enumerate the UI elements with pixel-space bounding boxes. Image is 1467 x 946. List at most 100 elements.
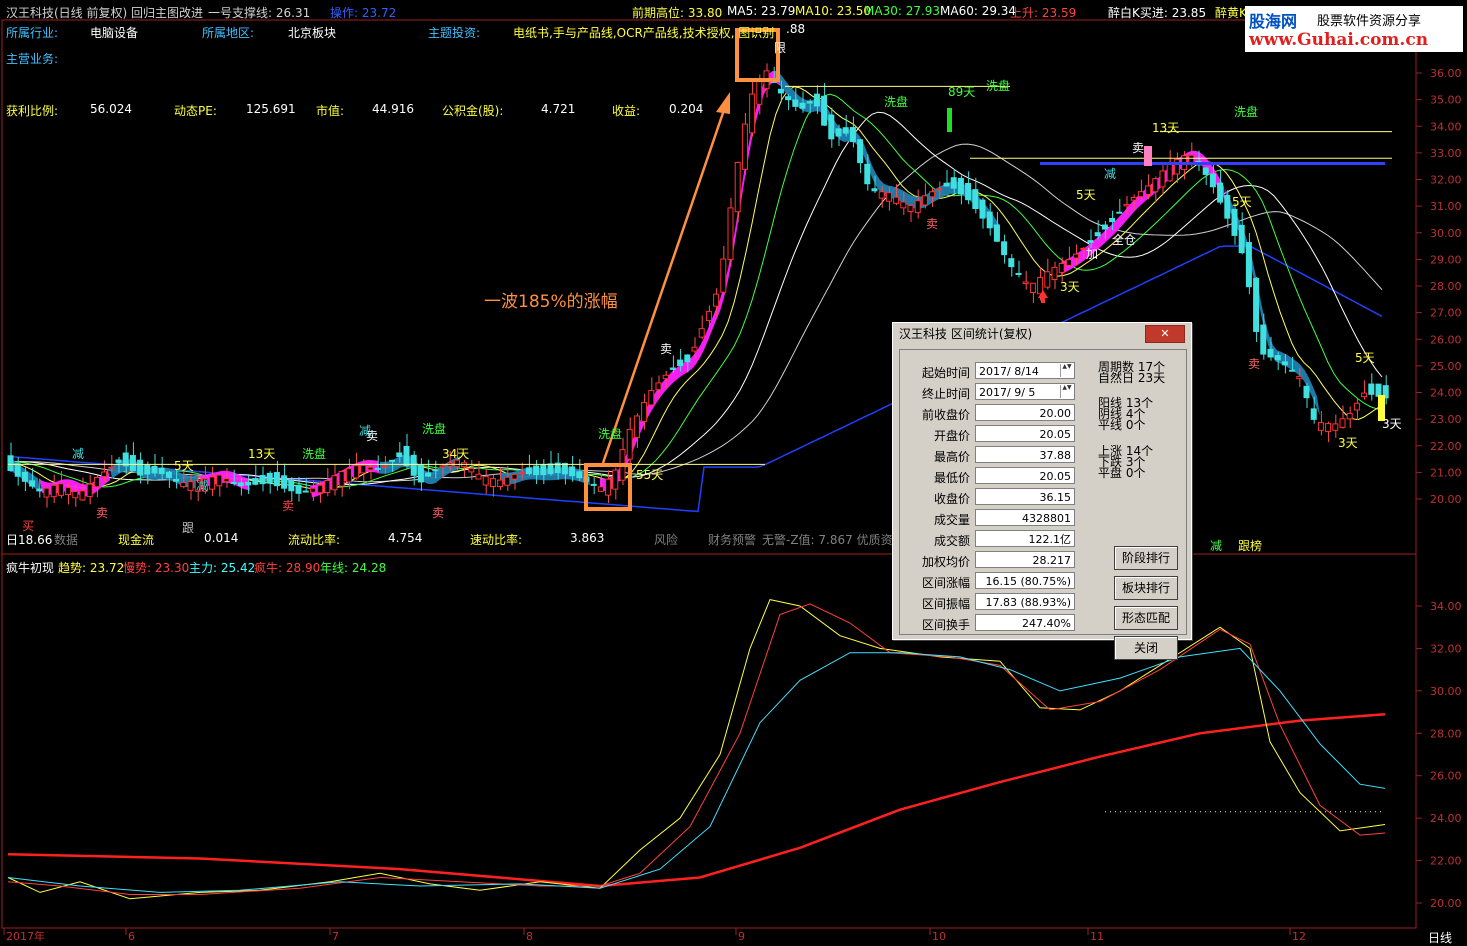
candle-body <box>151 465 158 474</box>
dialog-row-label: 成交额 <box>933 534 970 548</box>
stock-chart[interactable]: 36.00 35.00 34.00 33.00 32.00 31.00 30.00 29.00… <box>0 0 1467 945</box>
buy-k-value: 醉白K买进: 23.85 <box>1108 6 1207 20</box>
signal-label: 洗盘 <box>1234 104 1258 119</box>
dialog-row-label: 加权均价 <box>921 555 970 569</box>
candle-body <box>1361 392 1368 398</box>
candle-body <box>957 177 964 195</box>
candle-body <box>43 487 50 498</box>
candle-body <box>129 455 136 472</box>
price-tick-label: 27.00 <box>1430 307 1462 320</box>
signal-label: 跟 <box>182 521 194 535</box>
candle-body <box>425 472 432 477</box>
candle-body <box>655 382 662 391</box>
candle-body <box>1310 408 1317 420</box>
candle-body <box>986 211 993 229</box>
ma60-value: MA60: 29.34 <box>940 4 1017 18</box>
candle-body <box>410 454 417 476</box>
candle-body <box>799 102 806 109</box>
candle-body <box>367 466 374 471</box>
spin-icon[interactable]: ▲▼ <box>1060 385 1073 398</box>
sub-tick-label: 22.00 <box>1430 855 1462 868</box>
close-icon[interactable]: ✕ <box>1145 325 1185 343</box>
candle-body <box>705 310 712 322</box>
candle-body <box>237 482 244 487</box>
dialog-row: 最高价 37.88 <box>900 446 1080 465</box>
cash-flow-label: 现金流 <box>118 533 155 547</box>
mad-bull-line <box>7 712 1386 888</box>
candle-body <box>1073 253 1080 259</box>
candle-body <box>1116 211 1123 214</box>
candle-body <box>749 93 756 134</box>
price-tick-label: 28.00 <box>1430 280 1462 293</box>
risk-label: 风险 <box>654 533 679 547</box>
candle-body <box>1346 413 1353 420</box>
candle-body <box>353 465 360 479</box>
candle-body <box>792 99 799 107</box>
sub-tick-label: 34.00 <box>1430 600 1462 613</box>
value-field: 20.05 <box>975 425 1075 442</box>
candle-body <box>1281 361 1288 366</box>
candle-body <box>907 204 914 213</box>
candle-body <box>885 192 892 202</box>
x-tick-label: 11 <box>1090 930 1104 943</box>
value-field: 17.83 (88.93%) <box>975 593 1075 610</box>
candle-body <box>1339 418 1346 428</box>
profit-ratio-value: 56.024 <box>90 102 132 116</box>
dialog-row: 区间振幅 17.83 (88.93%) <box>900 593 1080 612</box>
price-tick-label: 34.00 <box>1430 120 1462 133</box>
x-tick-label: 6 <box>128 930 135 943</box>
signal-label: 13天 <box>248 447 275 461</box>
dialog-button[interactable]: 形态匹配 <box>1114 606 1178 630</box>
candle-body <box>1289 369 1296 372</box>
candle-body <box>245 481 252 486</box>
candle-body <box>972 189 979 210</box>
candle-body <box>324 479 331 493</box>
ma5-value: MA5: 23.79 <box>727 4 796 18</box>
mad-bull-value: 疯牛: 28.90 <box>254 561 321 575</box>
date-field[interactable]: 2017/ 8/14 ▲▼ <box>975 362 1075 379</box>
price-tick-label: 29.00 <box>1430 253 1462 266</box>
candle-body <box>597 486 604 492</box>
region-value: 北京板块 <box>288 26 337 40</box>
signal-label: 减 <box>1104 167 1116 181</box>
price-tick-label: 22.00 <box>1430 440 1462 453</box>
candle-body <box>590 483 597 486</box>
dialog-button[interactable]: 阶段排行 <box>1114 546 1178 570</box>
candle-body <box>921 195 928 206</box>
spin-icon[interactable]: ▲▼ <box>1060 364 1073 377</box>
signal-label: 卖 <box>96 506 108 520</box>
candle-body <box>849 126 856 143</box>
watermark-line1: 股海网 <box>1249 12 1298 31</box>
dialog-row: 最低价 20.05 <box>900 467 1080 486</box>
candle-body <box>108 466 115 469</box>
signal-label: 34天 <box>442 447 469 461</box>
dialog-row: 成交量 4328801 <box>900 509 1080 528</box>
mktcap-value: 44.916 <box>372 102 414 116</box>
price-tick-label: 20.00 <box>1430 493 1462 506</box>
candle-body <box>403 445 410 467</box>
candle-body <box>468 467 475 473</box>
reserve-value: 4.721 <box>541 102 576 116</box>
region-label: 所属地区: <box>202 26 255 40</box>
price-tick-label: 23.00 <box>1430 413 1462 426</box>
candle-body <box>828 114 835 140</box>
candle-body <box>72 490 79 499</box>
year-line-value: 年线: 24.28 <box>320 561 387 575</box>
dialog-button[interactable]: 板块排行 <box>1114 576 1178 600</box>
period-label[interactable]: 日线 <box>1428 929 1452 946</box>
price-tick-label: 32.00 <box>1430 174 1462 187</box>
candle-body <box>439 465 446 468</box>
candle-body <box>389 459 396 462</box>
candle-body <box>1267 348 1274 358</box>
candle-body <box>569 466 576 477</box>
cash-flow-value: 0.014 <box>204 531 239 545</box>
candle-body <box>547 463 554 475</box>
candle-body <box>482 476 489 486</box>
candle-body <box>7 455 14 472</box>
candle-body <box>1087 240 1094 243</box>
x-tick-label: 12 <box>1292 930 1306 943</box>
dialog-button[interactable]: 关闭 <box>1114 636 1178 660</box>
sub-tick-label: 24.00 <box>1430 812 1462 825</box>
date-field[interactable]: 2017/ 9/ 5 ▲▼ <box>975 383 1075 400</box>
signal-label: 加 <box>1086 247 1098 261</box>
